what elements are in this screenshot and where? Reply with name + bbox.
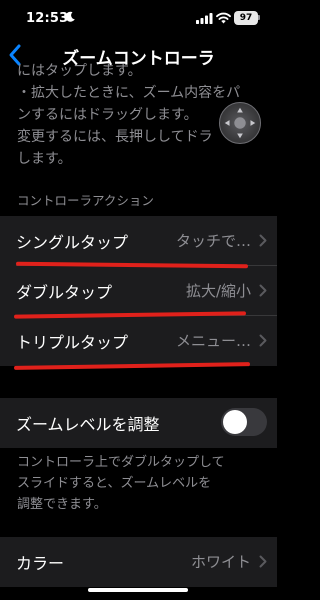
row-value: 拡大/縮小 — [185, 282, 251, 300]
wifi-icon — [216, 12, 231, 24]
chevron-right-icon — [259, 284, 267, 297]
color-group: カラー ホワイト — [0, 537, 277, 587]
zoom-level-group: ズームレベルを調整 — [0, 398, 277, 448]
row-double-tap[interactable]: ダブルタップ 拡大/縮小 — [0, 266, 277, 316]
row-label: カラー — [16, 554, 65, 573]
row-single-tap[interactable]: シングルタップ タッチで… — [0, 216, 277, 266]
row-label: ダブルタップ — [16, 283, 113, 302]
row-adjust-zoom-level: ズームレベルを調整 — [0, 398, 277, 448]
battery-tip — [258, 15, 260, 20]
description-text: にはタップします。 ・拡大したときに、ズーム内容をパ ンするにはドラッグします。… — [17, 60, 242, 170]
controller-actions-group: シングルタップ タッチで… ダブルタップ 拡大/縮小 トリプルタップ メニュー… — [0, 216, 277, 366]
description-line: にはタップします。 — [17, 63, 142, 79]
footer-line: 調整できます。 — [17, 497, 107, 512]
chevron-right-icon — [259, 234, 267, 247]
chevron-right-icon — [259, 334, 267, 347]
zoom-level-toggle[interactable] — [221, 408, 267, 436]
description-line: ・拡大したときに、ズーム内容をパ — [17, 85, 241, 101]
row-triple-tap[interactable]: トリプルタップ メニュー… — [0, 316, 277, 366]
section-header-controller-actions: コントローラアクション — [17, 193, 154, 208]
home-indicator — [88, 588, 188, 592]
description-line: します。 — [17, 151, 72, 167]
zoom-level-footer: コントローラ上でダブルタップして スライドすると、ズームレベルを 調整できます。 — [17, 452, 262, 515]
status-bar: 12:53 97 — [0, 0, 277, 40]
row-label: トリプルタップ — [16, 333, 129, 352]
row-value: タッチで… — [175, 232, 251, 250]
row-value: メニュー… — [175, 332, 251, 350]
description-line: ンするにはドラッグします。 — [17, 107, 198, 123]
cellular-signal-icon — [196, 13, 213, 24]
row-value: ホワイト — [190, 553, 251, 571]
row-label: ズームレベルを調整 — [16, 415, 160, 434]
chevron-right-icon — [259, 555, 267, 568]
battery-indicator: 97 — [234, 11, 258, 25]
dpad-icon — [224, 107, 256, 139]
moon-icon — [65, 11, 75, 22]
zoom-controller-knob[interactable] — [219, 102, 261, 144]
row-label: シングルタップ — [16, 233, 129, 252]
footer-line: コントローラ上でダブルタップして — [17, 455, 225, 470]
row-color[interactable]: カラー ホワイト — [0, 537, 277, 587]
toggle-knob — [223, 410, 247, 434]
status-time: 12:53 — [26, 11, 69, 26]
footer-line: スライドすると、ズームレベルを — [17, 476, 212, 491]
description-line: 変更するには、長押ししてドラ — [17, 129, 213, 145]
